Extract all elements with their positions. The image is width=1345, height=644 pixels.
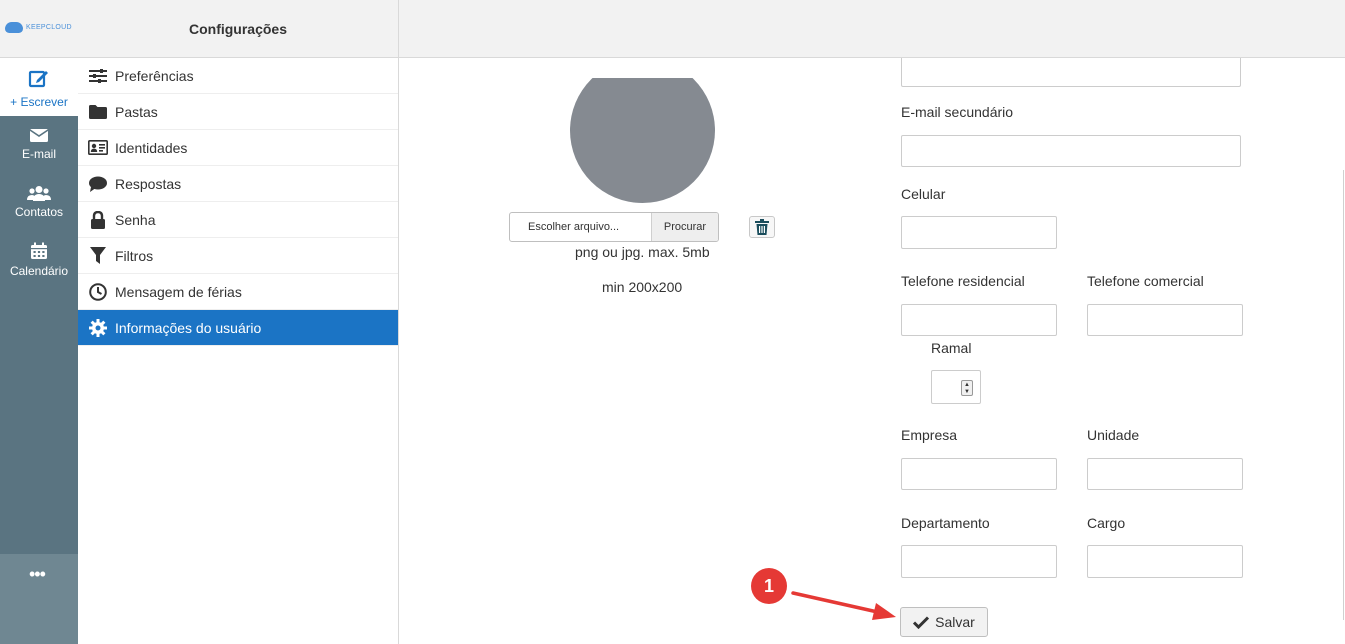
department-input[interactable] [901, 545, 1057, 578]
role-input[interactable] [1087, 545, 1243, 578]
unit-label: Unidade [1087, 427, 1140, 443]
avatar-placeholder [570, 78, 715, 203]
previous-field-input[interactable] [901, 58, 1241, 87]
comment-icon [88, 174, 108, 194]
rail-item-calendar[interactable]: Calendário [0, 242, 78, 278]
mobile-input[interactable] [901, 216, 1057, 249]
check-icon [913, 615, 930, 629]
envelope-icon [29, 129, 49, 142]
stepper-up-icon[interactable]: ▲ [964, 382, 970, 388]
edit-icon [28, 70, 48, 88]
extension-label: Ramal [931, 340, 972, 356]
trash-icon [755, 219, 769, 235]
menu-item-user-info[interactable]: Informações do usuário [78, 310, 398, 346]
work-phone-input[interactable] [1087, 304, 1243, 336]
settings-title: Configurações [78, 0, 398, 58]
secondary-email-input[interactable] [901, 135, 1241, 167]
menu-item-label: Pastas [115, 103, 158, 120]
department-label: Departamento [901, 515, 990, 531]
rail-item-label: Contatos [14, 205, 64, 219]
menu-item-replies[interactable]: Respostas [78, 166, 398, 202]
save-label: Salvar [935, 614, 975, 630]
menu-item-label: Senha [115, 211, 156, 228]
menu-item-preferences[interactable]: Preferências [78, 58, 398, 94]
lock-icon [88, 210, 108, 230]
secondary-email-label: E-mail secundário [901, 104, 1014, 120]
rail-item-label: Calendário [9, 264, 69, 278]
cloud-icon [5, 22, 23, 33]
file-picker[interactable]: Escolher arquivo... Procurar [509, 212, 719, 242]
rail-item-label: E-mail [21, 147, 56, 161]
scrollbar[interactable] [1343, 170, 1344, 620]
role-label: Cargo [1087, 515, 1126, 531]
photo-format-hint: png ou jpg. max. 5mb [575, 244, 710, 260]
save-button[interactable]: Salvar [900, 607, 988, 637]
gear-icon [88, 318, 108, 338]
folder-icon [88, 102, 108, 122]
rail-item-contacts[interactable]: Contatos [0, 185, 78, 219]
extension-stepper[interactable]: ▲ ▼ [961, 380, 973, 396]
home-phone-input[interactable] [901, 304, 1057, 336]
menu-item-filters[interactable]: Filtros [78, 238, 398, 274]
stepper-down-icon[interactable]: ▼ [964, 389, 970, 395]
company-label: Empresa [901, 427, 958, 443]
menu-item-label: Respostas [115, 175, 182, 192]
calendar-icon [31, 242, 47, 259]
unit-input[interactable] [1087, 458, 1243, 490]
more-options-button[interactable]: ••• [29, 564, 46, 585]
logo-text: KEEPCLOUD [26, 24, 72, 31]
menu-item-identities[interactable]: Identidades [78, 130, 398, 166]
company-input[interactable] [901, 458, 1057, 490]
menu-item-vacation-message[interactable]: Mensagem de férias [78, 274, 398, 310]
menu-item-label: Informações do usuário [115, 319, 262, 336]
compose-button[interactable]: + Escrever [0, 58, 78, 116]
menu-item-password[interactable]: Senha [78, 202, 398, 238]
settings-panel: Configurações Preferências Pastas Identi… [78, 0, 399, 644]
extension-input[interactable]: ▲ ▼ [931, 370, 981, 404]
delete-photo-button[interactable] [749, 216, 775, 238]
app-rail: KEEPCLOUD + Escrever E-mail Contatos Cal… [0, 0, 78, 644]
photo-size-hint: min 200x200 [602, 279, 683, 295]
users-icon [27, 186, 51, 201]
menu-item-label: Filtros [115, 247, 154, 264]
rail-more-area: ••• [0, 554, 78, 644]
filter-icon [88, 246, 108, 266]
annotation-arrow [791, 591, 896, 620]
id-card-icon [88, 138, 108, 158]
main-header [399, 0, 1345, 58]
mobile-label: Celular [901, 186, 946, 202]
step-badge: 1 [751, 568, 787, 604]
menu-item-label: Mensagem de férias [115, 283, 242, 300]
sliders-icon [88, 66, 108, 86]
clock-icon [88, 282, 108, 302]
menu-item-folders[interactable]: Pastas [78, 94, 398, 130]
keepcloud-logo[interactable]: KEEPCLOUD [5, 22, 72, 33]
file-picker-placeholder: Escolher arquivo... [528, 221, 620, 233]
home-phone-label: Telefone residencial [901, 273, 1025, 289]
compose-label: + Escrever [10, 95, 68, 109]
menu-item-label: Preferências [115, 67, 194, 84]
work-phone-label: Telefone comercial [1087, 273, 1204, 289]
rail-item-email[interactable]: E-mail [0, 127, 78, 161]
menu-item-label: Identidades [115, 139, 188, 156]
browse-button[interactable]: Procurar [651, 213, 718, 241]
logo-area: KEEPCLOUD [0, 0, 78, 58]
